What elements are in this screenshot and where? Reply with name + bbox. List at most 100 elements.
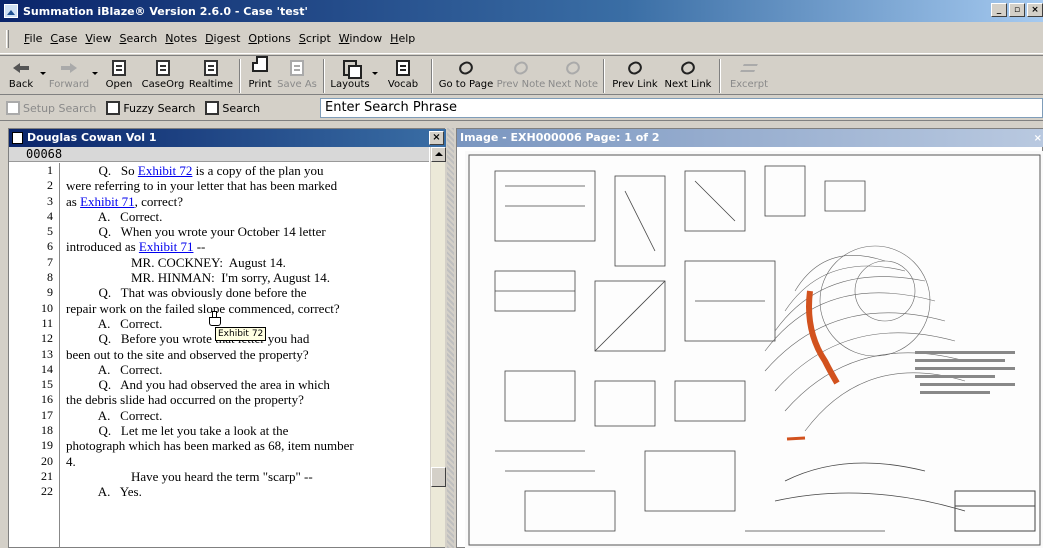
- minimize-button[interactable]: _: [991, 3, 1007, 17]
- image-close-icon[interactable]: ×: [1034, 130, 1042, 148]
- transcript-scrollbar[interactable]: [430, 147, 446, 547]
- vocab-button[interactable]: Vocab: [379, 56, 427, 94]
- image-panel: Image - EXH000006 Page: 1 of 2 ×: [456, 128, 1043, 548]
- line-number: 13: [41, 346, 53, 361]
- line-text: 4.: [66, 454, 76, 469]
- menu-notes[interactable]: Notes: [161, 32, 201, 45]
- line-text-segment: the debris slide had occurred on the pro…: [66, 392, 304, 408]
- line-number: 22: [41, 484, 53, 499]
- transcript-line: 14 A. Correct.: [9, 362, 429, 377]
- panel-splitter[interactable]: [447, 128, 454, 548]
- drawing-svg: [468, 154, 1041, 546]
- line-text: the debris slide had occurred on the pro…: [66, 392, 304, 407]
- exhibit-link[interactable]: Exhibit 71: [80, 194, 135, 209]
- menu-window[interactable]: Window: [335, 32, 386, 45]
- menu-bar: File Case View Search Notes Digest Optio…: [0, 24, 1043, 54]
- line-text-segment: Q. Let me let you take a look at the: [66, 423, 289, 439]
- scroll-thumb[interactable]: [431, 467, 446, 487]
- line-text-segment: as: [66, 193, 81, 209]
- menu-digest[interactable]: Digest: [201, 32, 244, 45]
- save-icon: [286, 58, 308, 78]
- menu-file[interactable]: File: [20, 32, 46, 45]
- restore-button[interactable]: ▫: [1009, 3, 1025, 17]
- excerpt-button[interactable]: Excerpt: [725, 56, 773, 94]
- menu-search[interactable]: Search: [115, 32, 161, 45]
- prev-link-icon: [624, 58, 646, 78]
- line-text-segment: A. Correct.: [66, 407, 163, 423]
- menu-view[interactable]: View: [81, 32, 115, 45]
- line-text: photograph which has been marked as 68, …: [66, 438, 354, 453]
- window-title: Summation iBlaze® Version 2.6.0 - Case '…: [23, 4, 308, 18]
- title-bar: Summation iBlaze® Version 2.6.0 - Case '…: [0, 0, 1043, 22]
- search-button[interactable]: Search: [205, 101, 260, 115]
- transcript-line: 18 Q. Let me let you take a look at the: [9, 423, 429, 438]
- line-text-segment: photograph which has been marked as 68, …: [66, 438, 354, 454]
- search-icon: [205, 101, 220, 115]
- caseorg-button[interactable]: CaseOrg: [139, 56, 187, 94]
- transcript-close-button[interactable]: ×: [429, 131, 444, 145]
- forward-button[interactable]: Forward: [47, 56, 91, 94]
- transcript-line: 9 Q. That was obviously done before the: [9, 285, 429, 300]
- toolbar-separator: [431, 59, 433, 93]
- next-note-icon: [562, 58, 584, 78]
- go-to-page-button[interactable]: Go to Page: [437, 56, 495, 94]
- transcript-line: 4 A. Correct.: [9, 209, 429, 224]
- line-text-segment: Q. So: [66, 163, 138, 178]
- transcript-line: 17 A. Correct.: [9, 408, 429, 423]
- save-as-button[interactable]: Save As: [275, 56, 319, 94]
- line-text-segment: Q. When you wrote your October 14 letter: [66, 224, 326, 240]
- open-button[interactable]: Open: [99, 56, 139, 94]
- line-number: 11: [41, 315, 53, 330]
- forward-dropdown[interactable]: [91, 56, 99, 94]
- toolbar-separator: [239, 59, 241, 93]
- transcript-line: 8 MR. HINMAN: I'm sorry, August 14.: [9, 270, 429, 285]
- image-title-bar: Image - EXH000006 Page: 1 of 2 ×: [457, 129, 1043, 147]
- menu-help[interactable]: Help: [386, 32, 419, 45]
- line-text-segment: A. Correct.: [66, 208, 163, 224]
- hand-cursor-icon: [209, 311, 221, 326]
- toolbar-separator: [719, 59, 721, 93]
- search-phrase-input[interactable]: Enter Search Phrase: [320, 98, 1043, 118]
- line-number: 10: [41, 300, 53, 315]
- line-text: Q. Let me let you take a look at the: [66, 423, 289, 439]
- line-text-segment: were referring to in your letter that ha…: [66, 178, 338, 194]
- search-bar: Setup Search Fuzzy Search Search Enter S…: [0, 96, 1043, 121]
- fuzzy-search-button[interactable]: Fuzzy Search: [106, 101, 195, 115]
- menu-case[interactable]: Case: [46, 32, 81, 45]
- line-text-segment: A. Correct.: [66, 315, 163, 331]
- prev-note-button[interactable]: Prev Note: [495, 56, 547, 94]
- close-button[interactable]: ×: [1027, 3, 1043, 17]
- menu-options[interactable]: Options: [244, 32, 294, 45]
- next-link-button[interactable]: Next Link: [661, 56, 715, 94]
- line-number: 18: [41, 423, 53, 438]
- back-dropdown[interactable]: [39, 56, 47, 94]
- line-text-segment: Q. And you had observed the area in whic…: [66, 377, 330, 393]
- go-to-page-icon: [455, 58, 477, 78]
- window-controls: _ ▫ ×: [991, 3, 1043, 17]
- layouts-dropdown[interactable]: [371, 56, 379, 94]
- line-text: repair work on the failed slope commence…: [66, 301, 340, 316]
- transcript-line: 3 as Exhibit 71, correct?: [9, 194, 429, 209]
- line-number: 2: [47, 178, 53, 193]
- exhibit-link[interactable]: Exhibit 72: [138, 163, 193, 178]
- line-number: 6: [47, 239, 53, 254]
- layouts-button[interactable]: Layouts: [329, 56, 371, 94]
- prev-link-button[interactable]: Prev Link: [609, 56, 661, 94]
- transcript-line: 6 introduced as Exhibit 71 --: [9, 239, 429, 254]
- next-note-button[interactable]: Next Note: [547, 56, 599, 94]
- forward-arrow-icon: [58, 58, 80, 78]
- line-text-segment: Q. Before you wrote that letter you had: [66, 331, 310, 347]
- line-text-segment: Q. That was obviously done before the: [66, 285, 307, 301]
- line-text: introduced as Exhibit 71 --: [66, 239, 205, 254]
- realtime-button[interactable]: Realtime: [187, 56, 235, 94]
- transcript-line: 2 were referring to in your letter that h…: [9, 178, 429, 193]
- back-button[interactable]: Back: [3, 56, 39, 94]
- menu-script[interactable]: Script: [295, 32, 335, 45]
- toolbar-separator: [323, 59, 325, 93]
- print-button[interactable]: Print: [245, 56, 275, 94]
- setup-search-button[interactable]: Setup Search: [6, 101, 96, 115]
- exhibit-link[interactable]: Exhibit 71: [139, 239, 194, 254]
- line-text-segment: introduced as: [66, 239, 139, 255]
- engineering-drawing-image: [465, 151, 1043, 548]
- scroll-up-arrow[interactable]: [431, 147, 446, 162]
